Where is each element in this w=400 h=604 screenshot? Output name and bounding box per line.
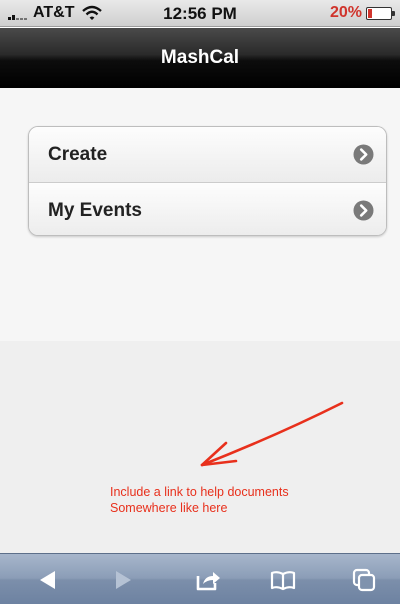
share-button[interactable] [193, 566, 223, 594]
forward-button[interactable] [108, 566, 138, 594]
nav-title-bar: MashCal [0, 28, 400, 88]
chevron-right-icon [353, 144, 374, 165]
annotation-line: Somewhere like here [110, 501, 228, 515]
battery-fill [368, 8, 373, 18]
annotation-arrow-icon [200, 401, 344, 467]
back-icon [40, 571, 55, 589]
status-bar: AT&T 12:56 PM 20% [0, 0, 400, 27]
menu-item-label: Create [48, 144, 108, 165]
menu-item-my-events[interactable]: My Events [29, 182, 386, 235]
menu-item-create[interactable]: Create [29, 127, 386, 182]
menu-list: Create My Events [28, 126, 387, 236]
pages-button[interactable] [349, 566, 379, 594]
bookmarks-button[interactable] [268, 566, 298, 594]
chevron-right-icon [353, 200, 374, 221]
forward-icon [116, 571, 131, 589]
page-title: MashCal [160, 47, 240, 68]
annotation-note: Include a link to help documents Somewhe… [110, 484, 289, 516]
share-icon [196, 572, 220, 591]
annotation-line: Include a link to help documents [110, 485, 289, 499]
bookmarks-icon [270, 571, 296, 591]
pages-icon [352, 568, 376, 592]
browser-toolbar [0, 553, 400, 604]
back-button[interactable] [33, 566, 63, 594]
battery-icon [366, 6, 395, 20]
battery-percent: 20% [329, 4, 362, 21]
menu-item-label: My Events [48, 200, 142, 221]
status-right: 20% [329, 4, 395, 22]
